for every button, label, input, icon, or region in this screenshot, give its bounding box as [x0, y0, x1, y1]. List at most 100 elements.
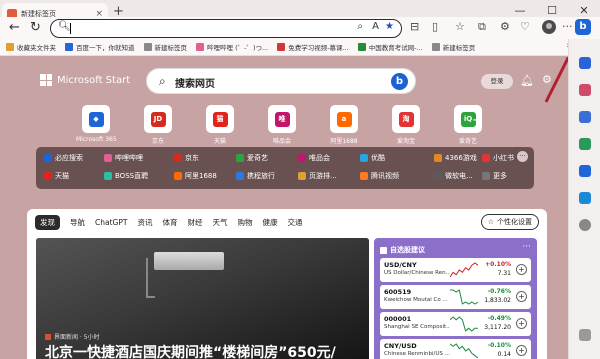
- quick-link-item[interactable]: 阿里1688: [174, 171, 217, 181]
- quick-link-item[interactable]: 天猫: [44, 171, 69, 181]
- bookmark-item[interactable]: 哔哩哔哩 (゜-゜)つ...: [196, 42, 268, 52]
- sidebar-settings-icon[interactable]: [579, 329, 591, 341]
- quick-link-item[interactable]: 优酷: [360, 153, 385, 163]
- stock-row[interactable]: USD/CNY US Dollar/Chinese Ren... +0.10% 7.3…: [380, 258, 531, 282]
- stocks-menu-icon[interactable]: ···: [522, 242, 531, 252]
- stock-row[interactable]: 600519 Kweichow Moutai Co ... -0.76% 1,833.…: [380, 285, 531, 309]
- more-menu-icon[interactable]: ···: [562, 20, 573, 33]
- feed-tab[interactable]: 交通: [287, 217, 302, 228]
- feed-tab[interactable]: 体育: [162, 217, 177, 228]
- sidebar-search-icon[interactable]: [579, 57, 591, 69]
- extensions-icon[interactable]: ⚙: [500, 20, 510, 33]
- sidebar-add-icon[interactable]: [579, 219, 591, 231]
- quick-link-item[interactable]: 腾讯视频: [360, 171, 399, 181]
- top-site-tile[interactable]: a 阿里1688: [324, 105, 364, 145]
- favorites-icon[interactable]: ☆: [455, 20, 465, 33]
- quick-link-icon: [298, 154, 306, 162]
- microsoft-start-logo[interactable]: Microsoft Start: [40, 74, 130, 86]
- sidebar-tools-icon[interactable]: [579, 111, 591, 123]
- sidebar-outlook-icon[interactable]: [579, 192, 591, 204]
- hero-article-card[interactable]: 界面新闻 · 5小时 北京一快捷酒店国庆期间推“楼梯间房”650元/: [36, 238, 369, 359]
- bookmark-item[interactable]: 新建标签页: [431, 42, 475, 52]
- address-bar[interactable]: 🔍︎ ⌕ A ★: [50, 19, 402, 38]
- stocks-icon: [380, 246, 387, 254]
- top-site-tile[interactable]: 淘爱淘宝: [386, 105, 426, 145]
- site-logo-icon: 猫: [212, 111, 228, 127]
- stock-row[interactable]: CNY/USD Chinese Renminbi/US ... -0.10% 0.14…: [380, 339, 531, 359]
- add-stock-button[interactable]: +: [516, 264, 527, 275]
- copilot-icon[interactable]: b: [575, 19, 591, 35]
- top-site-tile[interactable]: ◆ Microsoft 365: [76, 105, 117, 145]
- bookmark-item[interactable]: 中国教育考试网-...: [357, 42, 423, 52]
- quick-link-item[interactable]: 小红书: [482, 153, 514, 163]
- feed-tab[interactable]: 发现: [35, 214, 60, 230]
- top-site-tile[interactable]: 唯唯品会: [262, 105, 302, 145]
- quick-link-label: BOSS直聘: [115, 172, 149, 180]
- quick-link-item[interactable]: 必应搜索: [44, 153, 83, 163]
- sidebar-office-icon[interactable]: [579, 165, 591, 177]
- quick-link-item[interactable]: 唯品会: [298, 153, 330, 163]
- sidebar-shopping-icon[interactable]: [579, 84, 591, 96]
- quick-link-item[interactable]: 京东: [174, 153, 199, 163]
- login-button[interactable]: 登录: [481, 74, 513, 89]
- split-screen-icon[interactable]: ⊟: [410, 20, 419, 33]
- feed-tab[interactable]: 购物: [237, 217, 252, 228]
- page-settings-gear-icon[interactable]: ⚙: [542, 73, 552, 86]
- quick-link-item[interactable]: 微软电...: [434, 171, 473, 181]
- add-stock-button[interactable]: +: [516, 318, 527, 329]
- annotation-arrow-icon: [544, 57, 568, 103]
- search-icon: 🔍︎: [58, 21, 71, 32]
- quick-link-label: 更多: [493, 172, 507, 180]
- quick-link-label: 必应搜索: [55, 154, 83, 162]
- refresh-icon[interactable]: ↻: [30, 19, 41, 37]
- bookmark-label: 哔哩哔哩 (゜-゜)つ...: [207, 44, 269, 52]
- feed-tab[interactable]: 财经: [187, 217, 202, 228]
- feed-tab[interactable]: ChatGPT: [95, 218, 127, 227]
- bing-icon[interactable]: b: [391, 73, 408, 90]
- bookmark-favicon-icon: [431, 43, 440, 51]
- quick-link-item[interactable]: 页游排...: [298, 171, 337, 181]
- favorite-star-icon[interactable]: ★: [385, 21, 394, 32]
- quick-link-item[interactable]: 4366游戏: [434, 153, 477, 163]
- add-stock-button[interactable]: +: [516, 291, 527, 302]
- quick-link-icon: [44, 172, 52, 180]
- stock-row[interactable]: 000001 Shanghai SE Composit... -0.49% 3,117…: [380, 312, 531, 336]
- article-headline[interactable]: 北京一快捷酒店国庆期间推“楼梯间房”650元/: [45, 342, 336, 359]
- top-site-tile[interactable]: 猫天猫: [200, 105, 240, 145]
- feed-tab[interactable]: 健康: [262, 217, 277, 228]
- back-arrow-icon[interactable]: ←: [9, 19, 20, 37]
- stock-value: 0.14: [497, 351, 511, 358]
- read-aloud-icon[interactable]: A: [372, 21, 379, 32]
- notification-bell-icon[interactable]: 🔔︎: [520, 74, 534, 87]
- personalize-button[interactable]: ☆ 个性化设置: [480, 214, 539, 230]
- sidebar-toggle-icon[interactable]: ▯: [432, 20, 438, 33]
- quick-link-item[interactable]: 哔哩哔哩: [104, 153, 143, 163]
- add-stock-button[interactable]: +: [516, 345, 527, 356]
- sidebar-games-icon[interactable]: [579, 138, 591, 150]
- quick-link-item[interactable]: 爱奇艺: [236, 153, 268, 163]
- stock-watchlist-card: 自选股建议 ··· USD/CNY US Dollar/Chinese Ren..…: [374, 238, 537, 359]
- stock-symbol: 600519: [384, 288, 412, 296]
- feed-tabs: 发现 导航 ChatGPT 资讯 体育 财经 天气 购物 健康 交通: [27, 209, 547, 235]
- add-site-icon[interactable]: +: [472, 113, 483, 128]
- sparkline-path: [450, 343, 478, 359]
- bookmark-item[interactable]: 百度一下，你就知道: [65, 42, 135, 52]
- quick-links-more-icon[interactable]: ···: [517, 151, 528, 162]
- quick-link-item[interactable]: BOSS直聘: [104, 171, 148, 181]
- quick-link-item[interactable]: 携程旅行: [236, 171, 275, 181]
- zoom-search-icon[interactable]: ⌕: [357, 21, 363, 32]
- profile-avatar[interactable]: [542, 20, 556, 34]
- top-site-tile[interactable]: JD 京东: [138, 105, 178, 145]
- bookmark-label: 免费学习视频-慕课...: [288, 44, 349, 52]
- feed-tab[interactable]: 天气: [212, 217, 227, 228]
- bookmark-item[interactable]: 新建标签页: [143, 42, 187, 52]
- stock-value: 3,117.20: [484, 324, 511, 331]
- quick-link-item[interactable]: 更多: [482, 171, 507, 181]
- feed-tab[interactable]: 资讯: [137, 217, 152, 228]
- browser-essentials-icon[interactable]: ♡: [520, 20, 530, 33]
- bookmark-item[interactable]: 收藏夹文件夹: [6, 42, 56, 52]
- collections-icon[interactable]: ⧉: [478, 20, 486, 34]
- feed-tab[interactable]: 导航: [70, 217, 85, 228]
- web-search-box[interactable]: ⌕ 搜索网页 b: [146, 68, 416, 94]
- bookmark-item[interactable]: 免费学习视频-慕课...: [277, 42, 349, 52]
